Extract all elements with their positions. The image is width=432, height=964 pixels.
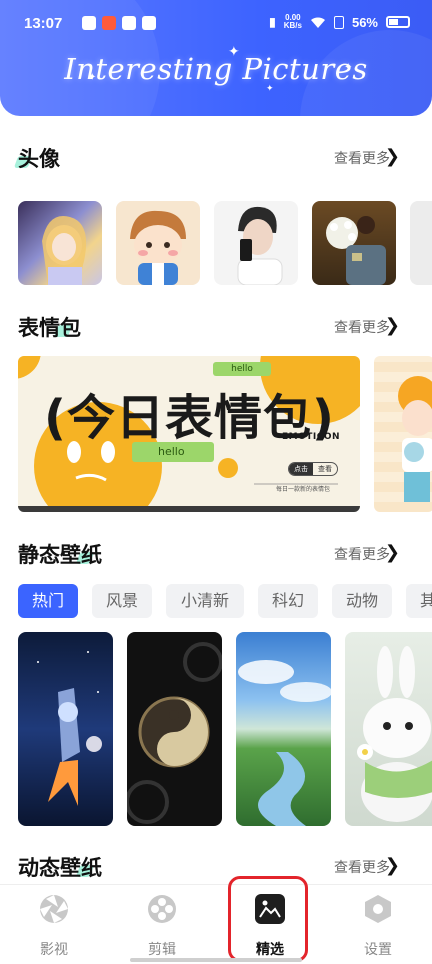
status-bar: 13:07 ▮ 0.00 KB/s 56% [0, 0, 432, 48]
status-right: ▮ 0.00 KB/s 56% [269, 14, 410, 30]
sparkle-icon: ✦ [344, 62, 353, 73]
avatar-thumbnail[interactable] [410, 201, 432, 285]
see-more-link[interactable]: 查看更多 [334, 544, 390, 564]
chevron-right-icon[interactable]: ❯ [385, 542, 400, 563]
see-more-link[interactable]: 查看更多 [334, 317, 390, 337]
home-indicator[interactable] [130, 958, 302, 962]
nav-label: 设置 [364, 942, 392, 958]
view-label: 查看 [318, 465, 332, 473]
sticker-thumbnail[interactable] [374, 356, 432, 512]
astronaut-rocket-image [37, 651, 102, 806]
category-chip-more[interactable]: 其 [406, 584, 432, 618]
battery-percent: 56% [351, 14, 378, 30]
nav-tab-edit[interactable]: 剪辑 [108, 893, 216, 959]
nav-label: 剪辑 [148, 942, 176, 958]
wallpaper-thumbnail[interactable] [127, 632, 222, 826]
hello-tag: hello [132, 442, 214, 462]
page-title: Interesting Pictures [64, 52, 368, 86]
see-more-link[interactable]: 查看更多 [334, 857, 390, 877]
click-label: 点击 [289, 463, 313, 475]
wifi-icon [310, 17, 325, 28]
anime-girl-image [42, 216, 87, 285]
sticker-subtitle: 每日一款新的表情包 [276, 486, 331, 493]
film-reel-icon [148, 895, 176, 923]
section-header-avatar: 头像 查看更多 ❯ [13, 143, 414, 173]
category-chip-hot[interactable]: 热门 [18, 584, 78, 618]
section-title: 表情包 [18, 316, 81, 340]
emoticon-label: EMOTICON [282, 432, 341, 442]
sticker-banner[interactable]: hello (今日表情包) hello EMOTICON 点击 查看 每日一款新… [18, 356, 360, 512]
app-notification-icon [82, 16, 96, 30]
sim-icon [333, 15, 344, 29]
cloud-icon [122, 16, 136, 30]
category-chip-landscape[interactable]: 风景 [92, 584, 152, 618]
cartoon-character-image [398, 376, 432, 502]
chevron-right-icon[interactable]: ❯ [385, 855, 400, 876]
meadow-river-image [238, 660, 331, 826]
section-header-live-wallpaper: 动态壁纸 查看更多 ❯ [18, 852, 414, 882]
sparkle-icon: ✦ [228, 44, 240, 60]
app-notification-icon [102, 16, 116, 30]
vibrate-icon: ▮ [269, 15, 276, 29]
category-chip-fresh[interactable]: 小清新 [166, 584, 244, 618]
section-title: 静态壁纸 [18, 543, 102, 567]
yin-yang-gear-image [127, 642, 222, 824]
wallpaper-thumbnail[interactable] [236, 632, 331, 826]
wallpaper-thumbnail[interactable] [345, 632, 432, 826]
sparkle-icon: ✦ [266, 84, 274, 94]
hexagon-settings-icon [365, 895, 391, 923]
network-speed: 0.00 KB/s [284, 14, 302, 30]
aperture-icon [40, 895, 68, 923]
focus-highlight-outline [228, 876, 308, 962]
click-view-pill: 点击 查看 [288, 462, 338, 476]
net-speed-unit: KB/s [283, 21, 302, 30]
avatar-thumbnail[interactable] [214, 201, 298, 285]
sparkle-icon: ✦ [88, 72, 97, 83]
avatar-thumbnail[interactable] [116, 201, 200, 285]
wallpaper-thumbnail[interactable] [18, 632, 113, 826]
section-header-static-wallpaper: 静态壁纸 查看更多 ❯ [18, 539, 414, 569]
chevron-right-icon[interactable]: ❯ [385, 146, 400, 167]
boy-portrait-image [237, 206, 283, 285]
see-more-link[interactable]: 查看更多 [334, 148, 390, 168]
bunny-image [357, 646, 432, 822]
section-header-stickers: 表情包 查看更多 ❯ [18, 312, 414, 342]
app-notification-icon [142, 16, 156, 30]
battery-icon [386, 16, 410, 28]
nav-tab-settings[interactable]: 设置 [324, 893, 432, 959]
section-title: 头像 [18, 147, 60, 171]
chevron-right-icon[interactable]: ❯ [385, 315, 400, 336]
notification-icons [82, 16, 156, 30]
app-header: 13:07 ▮ 0.00 KB/s 56% Interesting Pictur… [0, 0, 432, 116]
flowers-portrait-image [326, 216, 386, 285]
bottom-navigation: 影视 剪辑 精选 设置 [0, 884, 432, 964]
avatar-thumbnail[interactable] [18, 201, 102, 285]
hello-tag: hello [213, 362, 271, 376]
nav-tab-film[interactable]: 影视 [0, 893, 108, 959]
category-chip-scifi[interactable]: 科幻 [258, 584, 318, 618]
nav-label: 影视 [40, 942, 68, 958]
status-time: 13:07 [24, 15, 63, 32]
section-title: 动态壁纸 [18, 856, 102, 880]
category-chip-animal[interactable]: 动物 [332, 584, 392, 618]
avatar-thumbnail[interactable] [312, 201, 396, 285]
cartoon-boy-image [130, 210, 186, 285]
